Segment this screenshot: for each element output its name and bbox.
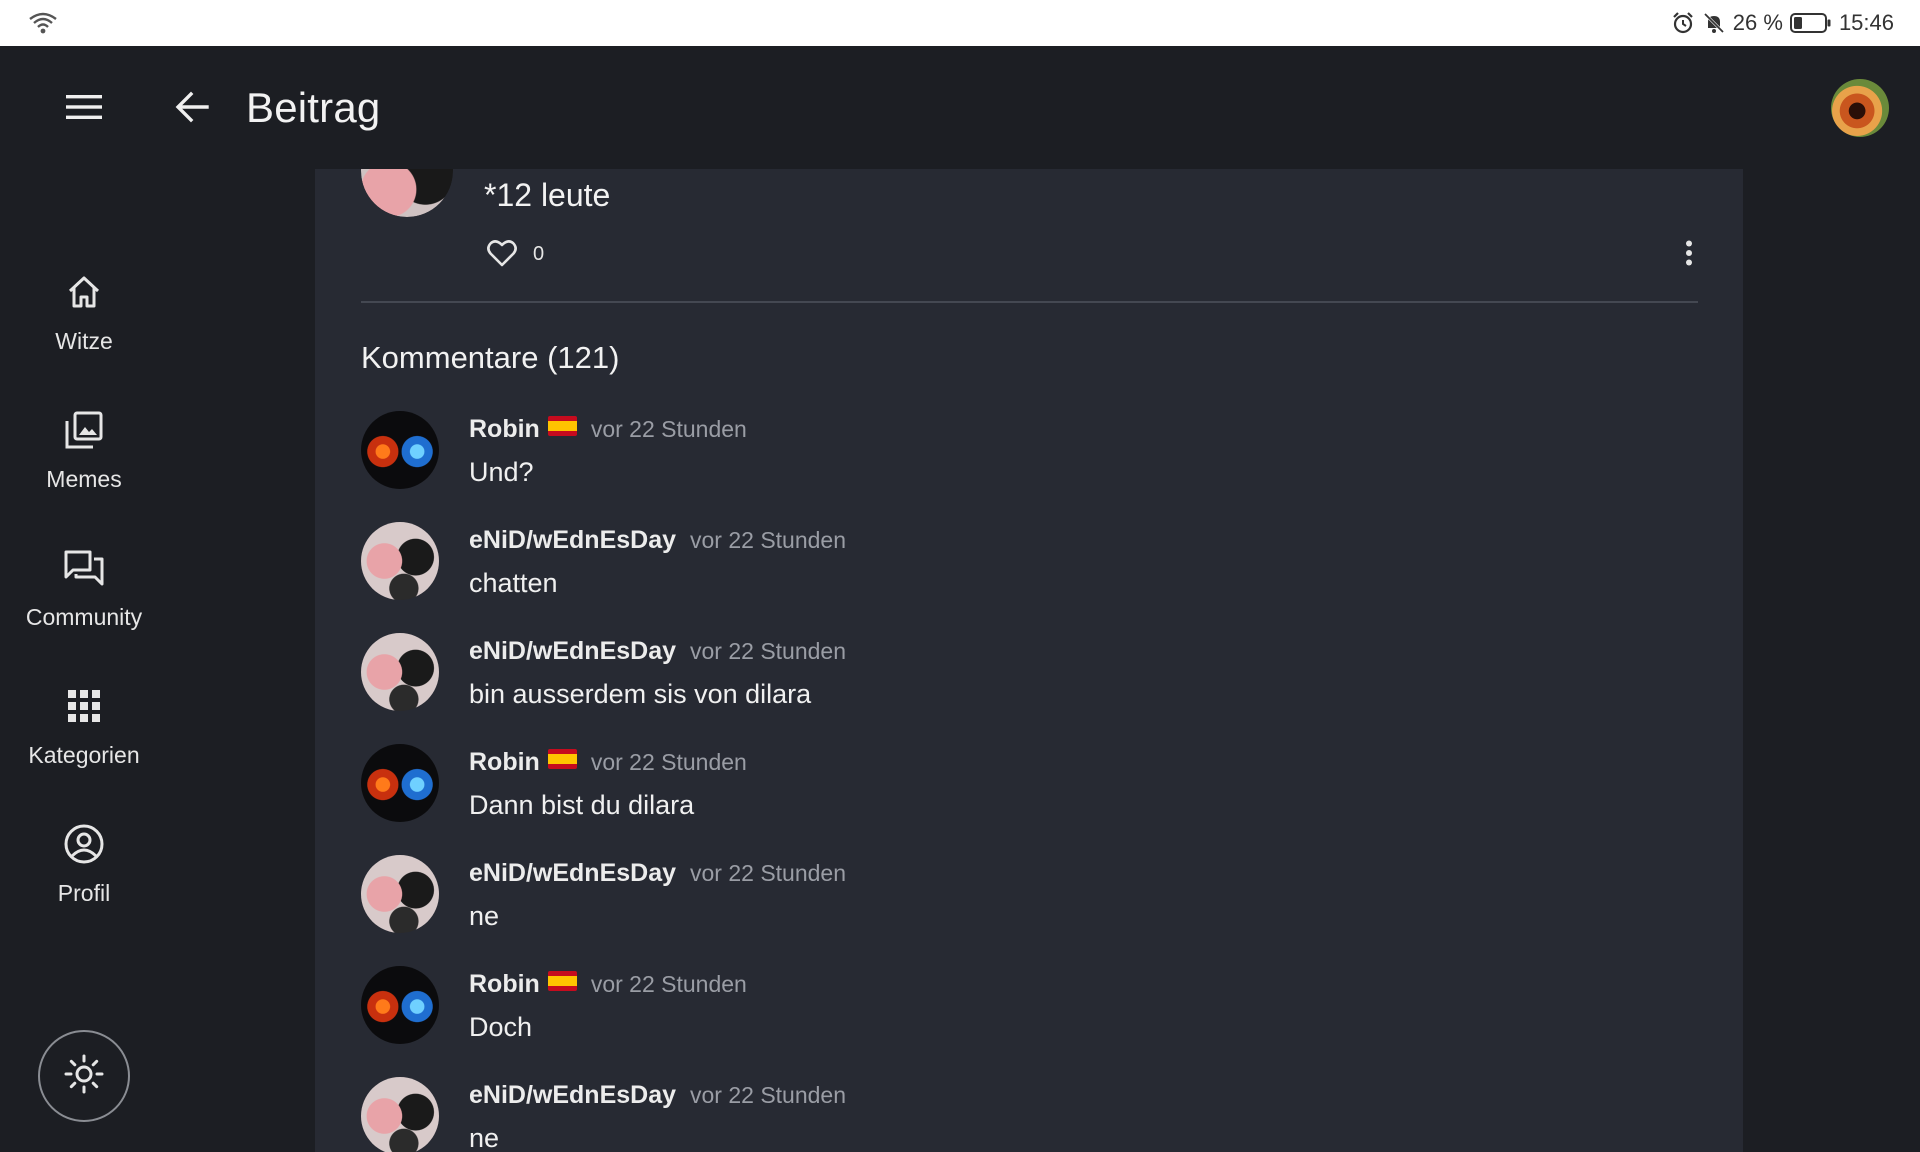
commenter-avatar[interactable] (361, 1077, 439, 1152)
comment-time: vor 22 Stunden (590, 749, 747, 775)
comment-item: Robin vor 22 Stunden Dann bist du dilara (361, 744, 1661, 834)
home-icon (62, 270, 106, 314)
grid-icon (62, 684, 106, 728)
sun-icon (64, 1054, 104, 1099)
post-text: *12 leute (484, 177, 611, 213)
mute-icon (1702, 11, 1726, 35)
comment-header: eNiD/wEdnEsDay vor 22 Stunden (469, 1081, 846, 1110)
status-bar: 26 % 15:46 (0, 0, 1920, 46)
user-avatar[interactable] (1831, 79, 1889, 137)
commenter-avatar[interactable] (361, 855, 439, 933)
images-icon (62, 408, 106, 452)
comment-item: Robin vor 22 Stunden Und? (361, 411, 1661, 501)
account-circle-icon (62, 822, 106, 866)
comment-author[interactable]: eNiD/wEdnEsDay (469, 1081, 676, 1109)
spain-flag-icon (547, 971, 577, 991)
menu-button[interactable] (62, 87, 106, 131)
comment-time: vor 22 Stunden (690, 527, 847, 553)
nav-item-witze[interactable]: Witze (0, 270, 168, 390)
app-bar: Beitrag (0, 46, 1920, 169)
battery-icon (1789, 12, 1832, 34)
like-count: 0 (533, 243, 545, 265)
comment-header: eNiD/wEdnEsDay vor 22 Stunden (469, 526, 846, 555)
comment-time: vor 22 Stunden (590, 416, 747, 442)
comment-text: ne (469, 901, 500, 931)
wifi-icon (28, 11, 58, 35)
arrow-left-icon (175, 91, 209, 128)
nav-label: Witze (55, 328, 113, 354)
hamburger-menu-icon (66, 93, 102, 126)
comment-time: vor 22 Stunden (590, 971, 747, 997)
comment-text: ne (469, 1123, 500, 1152)
comment-item: eNiD/wEdnEsDay vor 22 Stunden bin ausserd… (361, 633, 1661, 723)
nav-label: Kategorien (28, 742, 140, 768)
comment-item: eNiD/wEdnEsDay vor 22 Stunden chatten (361, 522, 1661, 612)
comment-time: vor 22 Stunden (690, 1082, 847, 1108)
comment-header: eNiD/wEdnEsDay vor 22 Stunden (469, 859, 846, 888)
comment-text: Und? (469, 457, 534, 487)
divider (361, 301, 1698, 303)
nav-item-memes[interactable]: Memes (0, 408, 168, 528)
comment-author[interactable]: Robin (469, 748, 540, 776)
comment-item: eNiD/wEdnEsDay vor 22 Stunden ne (361, 855, 1661, 945)
clock-time: 15:46 (1838, 10, 1894, 35)
page-title: Beitrag (246, 84, 381, 131)
comment-time: vor 22 Stunden (690, 638, 847, 664)
like-button[interactable] (486, 239, 518, 271)
forum-icon (62, 546, 106, 590)
spain-flag-icon (547, 749, 577, 769)
comment-text: Doch (469, 1012, 533, 1042)
commenter-avatar[interactable] (361, 411, 439, 489)
comment-header: eNiD/wEdnEsDay vor 22 Stunden (469, 637, 846, 666)
more-options-button[interactable] (1674, 237, 1704, 273)
comment-header: Robin vor 22 Stunden (469, 415, 747, 444)
nav-label: Community (25, 604, 143, 630)
comment-author[interactable]: eNiD/wEdnEsDay (469, 859, 676, 887)
nav-label: Memes (46, 466, 122, 492)
more-vert-icon (1685, 240, 1693, 271)
commenter-avatar[interactable] (361, 966, 439, 1044)
comment-item: Robin vor 22 Stunden Doch (361, 966, 1661, 1056)
commenter-avatar[interactable] (361, 744, 439, 822)
nav-item-profil[interactable]: Profil (0, 822, 168, 942)
commenter-avatar[interactable] (361, 633, 439, 711)
alarm-icon (1671, 11, 1695, 35)
comments-heading: Kommentare (121) (361, 340, 620, 375)
post-card: *12 leute 0 Kommentare (121) Robin vor 22… (315, 169, 1743, 1152)
navigation-rail: Witze Memes Community Kategorien Profil (0, 169, 168, 1152)
comment-header: Robin vor 22 Stunden (469, 748, 747, 777)
spain-flag-icon (547, 416, 577, 436)
comment-header: Robin vor 22 Stunden (469, 970, 747, 999)
nav-label: Profil (57, 880, 111, 906)
comment-author[interactable]: Robin (469, 415, 540, 443)
comment-item: eNiD/wEdnEsDay vor 22 Stunden ne (361, 1077, 1661, 1152)
heart-outline-icon (487, 239, 517, 272)
comment-author[interactable]: eNiD/wEdnEsDay (469, 526, 676, 554)
comment-author[interactable]: Robin (469, 970, 540, 998)
nav-item-community[interactable]: Community (0, 546, 168, 666)
comment-text: bin ausserdem sis von dilara (469, 679, 812, 709)
comment-time: vor 22 Stunden (690, 860, 847, 886)
nav-item-kategorien[interactable]: Kategorien (0, 684, 168, 804)
comment-author[interactable]: eNiD/wEdnEsDay (469, 637, 676, 665)
comment-text: chatten (469, 568, 558, 598)
battery-percent: 26 % (1732, 10, 1783, 35)
back-button[interactable] (168, 85, 216, 133)
theme-toggle-button[interactable] (38, 1030, 130, 1122)
comment-text: Dann bist du dilara (469, 790, 695, 820)
commenter-avatar[interactable] (361, 522, 439, 600)
